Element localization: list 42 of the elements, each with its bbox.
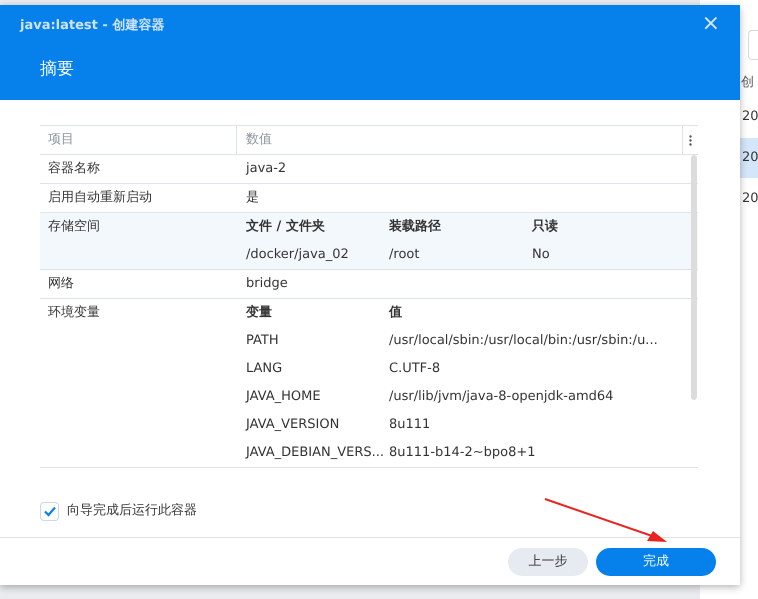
- table-cell-text: bridge: [245, 275, 288, 293]
- check-icon: [42, 504, 56, 518]
- table-cell-text: JAVA_VERSION: [246, 416, 340, 434]
- column-header: 项目: [40, 126, 237, 154]
- table-cell-text: 存储空间: [47, 218, 101, 236]
- table-cell-text: PATH: [246, 332, 280, 350]
- finish-button[interactable]: 完成: [596, 548, 716, 576]
- table-cell-text: LANG: [246, 360, 284, 378]
- more-icon[interactable]: [689, 134, 692, 146]
- checkbox[interactable]: [40, 502, 59, 520]
- window-title: java:latest - 创建容器: [20, 16, 164, 35]
- table-cell-text: 8u111: [389, 416, 432, 434]
- back-button[interactable]: 上一步: [508, 548, 588, 576]
- table-cell-text: 20: [742, 108, 758, 126]
- table-cell-text: 环境变量: [47, 304, 101, 322]
- checkbox-label: 向导完成后运行此容器: [67, 502, 197, 520]
- column-header: 变量: [246, 304, 273, 322]
- column-header: 只读: [532, 218, 559, 236]
- table-cell-text: /usr/local/sbin:/usr/local/bin:/usr/sbin:/u...: [389, 332, 659, 350]
- table-cell-text: /root: [389, 246, 420, 264]
- scrollbar[interactable]: [691, 155, 697, 400]
- table-cell-text: 20: [742, 190, 758, 208]
- column-header: 数值: [237, 126, 683, 154]
- table-cell-text: 启用自动重新启动: [47, 189, 153, 207]
- column-header: 值: [389, 304, 403, 322]
- column-header: 文件 / 文件夹: [246, 218, 326, 236]
- table-cell-text: 8u111-b14-2~bpo8+1: [389, 444, 537, 462]
- table-row[interactable]: 20: [740, 138, 758, 178]
- column-heading: 创: [741, 74, 754, 92]
- table-cell-text: JAVA_HOME: [246, 388, 322, 406]
- table-cell-text: 容器名称: [47, 160, 101, 178]
- table-cell-text: 网络: [47, 275, 75, 293]
- dialog-heading: 摘要: [40, 58, 74, 81]
- table-cell-text: No: [532, 246, 551, 264]
- table-cell-text: /docker/java_02: [246, 246, 350, 264]
- table-cell-text: 是: [245, 189, 259, 207]
- column-header: 装载路径: [389, 218, 442, 236]
- table-cell-text: 20: [742, 149, 758, 168]
- table-cell-text: java-2: [244, 160, 286, 178]
- table-cell-text: JAVA_DEBIAN_VERS...: [246, 444, 386, 462]
- table-cell-text: C.UTF-8: [389, 360, 442, 378]
- table-cell-text: /usr/lib/jvm/java-8-openjdk-amd64: [389, 388, 614, 406]
